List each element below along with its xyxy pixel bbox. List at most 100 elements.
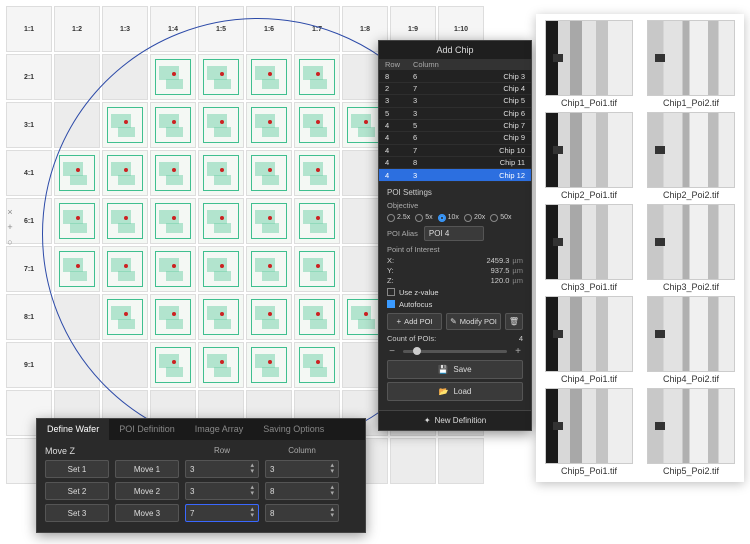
set-button[interactable]: Set 1 xyxy=(45,460,109,478)
wafer-cell[interactable] xyxy=(294,342,340,388)
wafer-cell[interactable] xyxy=(150,342,196,388)
wafer-cell[interactable] xyxy=(150,102,196,148)
chip-row[interactable]: 48Chip 11 xyxy=(379,157,531,169)
slider-plus[interactable]: + xyxy=(513,346,523,357)
wafer-cell[interactable] xyxy=(54,342,100,388)
poi-alias-input[interactable] xyxy=(424,226,484,241)
circle-icon[interactable]: ○ xyxy=(4,236,16,248)
wafer-cell[interactable]: 1:7 xyxy=(294,6,340,52)
close-icon[interactable]: × xyxy=(4,206,16,218)
tab-saving-options[interactable]: Saving Options xyxy=(253,419,334,440)
thumbnail[interactable]: Chip5_Poi1.tif xyxy=(542,388,636,476)
column-spinner[interactable]: 8▴▾ xyxy=(265,482,339,500)
autofocus-checkbox[interactable]: Autofocus xyxy=(387,300,523,309)
wafer-cell[interactable]: 1:6 xyxy=(246,6,292,52)
wafer-cell[interactable] xyxy=(102,342,148,388)
wafer-cell[interactable] xyxy=(246,342,292,388)
chip-row[interactable]: 53Chip 6 xyxy=(379,108,531,120)
wafer-cell[interactable] xyxy=(294,198,340,244)
chip-row[interactable]: 45Chip 7 xyxy=(379,120,531,132)
wafer-cell[interactable]: 1:3 xyxy=(102,6,148,52)
wafer-cell[interactable] xyxy=(294,246,340,292)
wafer-cell[interactable] xyxy=(246,294,292,340)
wafer-cell[interactable] xyxy=(198,198,244,244)
thumbnail[interactable]: Chip5_Poi2.tif xyxy=(644,388,738,476)
wafer-cell[interactable] xyxy=(198,102,244,148)
wafer-cell[interactable] xyxy=(150,294,196,340)
wafer-cell[interactable] xyxy=(102,54,148,100)
delete-poi-button[interactable]: 🗑 xyxy=(505,313,523,330)
thumbnail[interactable]: Chip1_Poi2.tif xyxy=(644,20,738,108)
objective-radio-20x[interactable]: 20x xyxy=(464,214,485,222)
tab-image-array[interactable]: Image Array xyxy=(185,419,254,440)
wafer-cell[interactable] xyxy=(54,150,100,196)
wafer-cell[interactable] xyxy=(150,198,196,244)
poi-slider[interactable] xyxy=(403,350,507,353)
wafer-cell[interactable]: 1:5 xyxy=(198,6,244,52)
wafer-cell[interactable] xyxy=(54,294,100,340)
wafer-cell[interactable] xyxy=(294,54,340,100)
thumbnail[interactable]: Chip1_Poi1.tif xyxy=(542,20,636,108)
wafer-cell[interactable]: 9:1 xyxy=(6,342,52,388)
wafer-cell[interactable] xyxy=(294,150,340,196)
wafer-cell[interactable] xyxy=(198,150,244,196)
set-button[interactable]: Set 3 xyxy=(45,504,109,522)
objective-radio-50x[interactable]: 50x xyxy=(490,214,511,222)
wafer-cell[interactable]: 8:1 xyxy=(6,294,52,340)
add-poi-button[interactable]: +Add POI xyxy=(387,313,442,330)
objective-radio-10x[interactable]: 10x xyxy=(438,214,459,222)
wafer-cell[interactable]: 1:4 xyxy=(150,6,196,52)
add-icon[interactable]: + xyxy=(4,221,16,233)
wafer-cell[interactable] xyxy=(294,294,340,340)
objective-radio-5x[interactable]: 5x xyxy=(415,214,432,222)
column-spinner[interactable]: 8▴▾ xyxy=(265,504,339,522)
slider-minus[interactable]: − xyxy=(387,346,397,357)
modify-poi-button[interactable]: ✎Modify POI xyxy=(446,313,501,330)
wafer-cell[interactable] xyxy=(246,246,292,292)
wafer-cell[interactable] xyxy=(102,246,148,292)
wafer-cell[interactable] xyxy=(150,54,196,100)
row-spinner[interactable]: 3▴▾ xyxy=(185,460,259,478)
chip-row[interactable]: 43Chip 12 xyxy=(379,169,531,181)
wafer-cell[interactable] xyxy=(246,198,292,244)
thumbnail[interactable]: Chip3_Poi1.tif xyxy=(542,204,636,292)
thumbnail[interactable]: Chip3_Poi2.tif xyxy=(644,204,738,292)
set-button[interactable]: Set 2 xyxy=(45,482,109,500)
chip-row[interactable]: 46Chip 9 xyxy=(379,132,531,144)
wafer-cell[interactable] xyxy=(102,150,148,196)
move-button[interactable]: Move 3 xyxy=(115,504,179,522)
thumbnail[interactable]: Chip2_Poi1.tif xyxy=(542,112,636,200)
wafer-cell[interactable] xyxy=(150,150,196,196)
wafer-cell[interactable] xyxy=(102,102,148,148)
wafer-cell[interactable] xyxy=(102,294,148,340)
wafer-cell[interactable] xyxy=(294,102,340,148)
thumbnail[interactable]: Chip4_Poi2.tif xyxy=(644,296,738,384)
wafer-cell[interactable] xyxy=(438,438,484,484)
wafer-cell[interactable]: 3:1 xyxy=(6,102,52,148)
use-z-checkbox[interactable]: Use z-value xyxy=(387,288,523,297)
chip-row[interactable]: 27Chip 4 xyxy=(379,83,531,95)
new-definition-button[interactable]: ✦New Definition xyxy=(379,410,531,430)
thumbnail[interactable]: Chip2_Poi2.tif xyxy=(644,112,738,200)
wafer-cell[interactable]: 2:1 xyxy=(6,54,52,100)
wafer-cell[interactable]: 7:1 xyxy=(6,246,52,292)
wafer-cell[interactable]: 4:1 xyxy=(6,150,52,196)
tab-define-wafer[interactable]: Define Wafer xyxy=(37,419,109,440)
load-button[interactable]: 📂Load xyxy=(387,382,523,401)
row-spinner[interactable]: 7▴▾ xyxy=(185,504,259,522)
wafer-cell[interactable] xyxy=(54,246,100,292)
wafer-cell[interactable]: 1:2 xyxy=(54,6,100,52)
chip-row[interactable]: 47Chip 10 xyxy=(379,145,531,157)
chip-row[interactable]: 86Chip 3 xyxy=(379,70,531,82)
wafer-cell[interactable] xyxy=(198,294,244,340)
tab-poi-definition[interactable]: POI Definition xyxy=(109,419,185,440)
wafer-cell[interactable] xyxy=(102,198,148,244)
wafer-cell[interactable] xyxy=(198,54,244,100)
wafer-cell[interactable] xyxy=(54,198,100,244)
wafer-cell[interactable]: 1:1 xyxy=(6,6,52,52)
row-spinner[interactable]: 3▴▾ xyxy=(185,482,259,500)
wafer-cell[interactable] xyxy=(198,342,244,388)
wafer-cell[interactable] xyxy=(54,54,100,100)
objective-radio-2.5x[interactable]: 2.5x xyxy=(387,214,410,222)
wafer-cell[interactable] xyxy=(246,150,292,196)
